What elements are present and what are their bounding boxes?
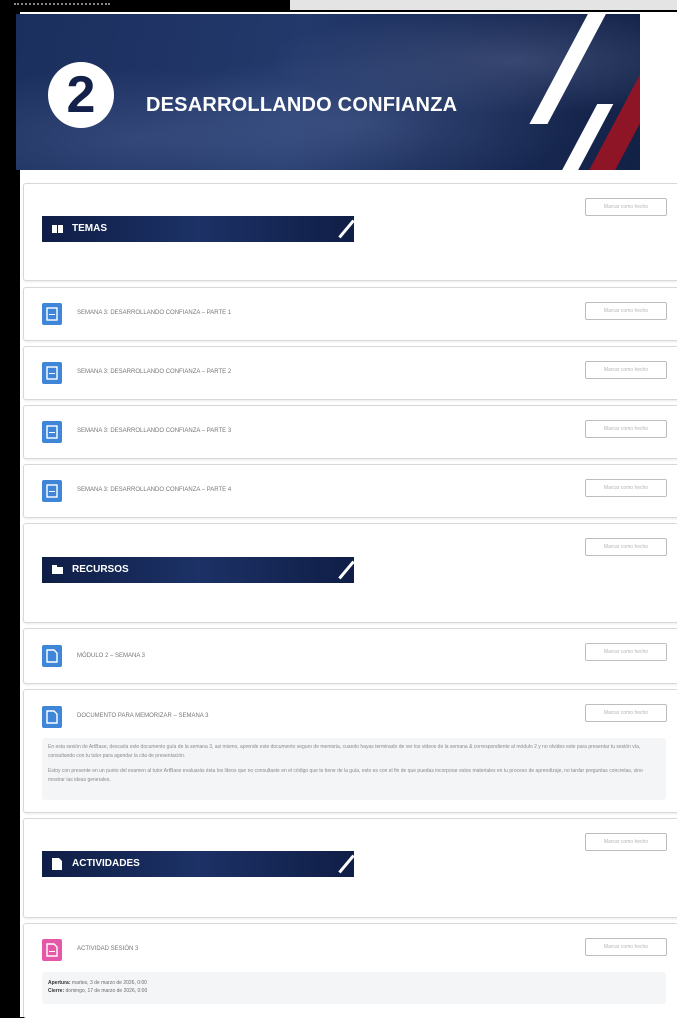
section-card-temas: Marcar como hecho TEMAS xyxy=(23,183,677,281)
opening-value: martes, 3 de marzo de 2026, 0:00 xyxy=(71,980,147,986)
section-card-recursos: Marcar como hecho RECURSOS xyxy=(23,523,677,623)
section-title: TEMAS xyxy=(72,223,107,234)
book-icon xyxy=(52,225,63,233)
mark-done-button[interactable]: Marcar como hecho xyxy=(585,420,667,438)
module-hero-banner: 2 DESARROLLANDO CONFIANZA xyxy=(16,14,640,170)
description-paragraph: En esta sesión de ArtBase, descarla este… xyxy=(48,744,641,759)
mark-done-button[interactable]: Marcar como hecho xyxy=(585,479,667,497)
top-bar xyxy=(290,0,677,10)
banner-slash xyxy=(338,219,354,239)
assignment-dates: Apertura: martes, 3 de marzo de 2026, 0:… xyxy=(42,972,666,1004)
mark-done-button[interactable]: Marcar como hecho xyxy=(585,938,667,956)
resource-row[interactable]: MÓDULO 2 – SEMANA 3 Marcar como hecho xyxy=(23,628,677,684)
activity-link[interactable]: SEMANA 3: DESARROLLANDO CONFIANZA – PART… xyxy=(77,369,231,375)
mark-done-button[interactable]: Marcar como hecho xyxy=(585,833,667,851)
folder-icon xyxy=(52,565,63,574)
module-title: DESARROLLANDO CONFIANZA xyxy=(146,94,458,116)
banner-slash xyxy=(338,854,354,874)
section-card-actividades: Marcar como hecho ACTIVIDADES xyxy=(23,818,677,918)
mark-done-button[interactable]: Marcar como hecho xyxy=(585,302,667,320)
mark-done-button[interactable]: Marcar como hecho xyxy=(585,704,667,722)
closing-label: Cierre: xyxy=(48,988,65,994)
page-icon xyxy=(42,303,62,325)
assignment-link[interactable]: ACTIVIDAD SESIÓN 3 xyxy=(77,946,138,952)
description-paragraph: Estoy con presente en un punto del exame… xyxy=(48,768,643,783)
file-icon xyxy=(42,645,62,667)
mark-done-button[interactable]: Marcar como hecho xyxy=(585,198,667,216)
activity-row[interactable]: SEMANA 3: DESARROLLANDO CONFIANZA – PART… xyxy=(23,464,677,518)
activity-link[interactable]: SEMANA 3: DESARROLLANDO CONFIANZA – PART… xyxy=(77,487,231,493)
activity-link[interactable]: SEMANA 3: DESARROLLANDO CONFIANZA – PART… xyxy=(77,428,231,434)
mark-done-button[interactable]: Marcar como hecho xyxy=(585,538,667,556)
mark-done-button[interactable]: Marcar como hecho xyxy=(585,361,667,379)
closing-value: domingo, 17 de marzo de 2026, 0:00 xyxy=(65,988,148,994)
resource-row[interactable]: DOCUMENTO PARA MEMORIZAR – SEMANA 3 Marc… xyxy=(23,689,677,813)
resource-description: En esta sesión de ArtBase, descarla este… xyxy=(42,738,666,800)
section-title: ACTIVIDADES xyxy=(72,858,140,869)
section-banner-actividades: ACTIVIDADES xyxy=(42,851,354,877)
opening-label: Apertura: xyxy=(48,980,71,986)
module-number-badge: 2 xyxy=(48,62,114,128)
activity-row[interactable]: SEMANA 3: DESARROLLANDO CONFIANZA – PART… xyxy=(23,346,677,400)
activity-link[interactable]: SEMANA 3: DESARROLLANDO CONFIANZA – PART… xyxy=(77,310,231,316)
resource-link[interactable]: MÓDULO 2 – SEMANA 3 xyxy=(77,653,145,659)
closing-date: Cierre: domingo, 17 de marzo de 2026, 0:… xyxy=(48,988,147,994)
document-edit-icon xyxy=(52,858,62,870)
left-edge xyxy=(10,300,18,1000)
file-icon xyxy=(42,706,62,728)
section-banner-temas: TEMAS xyxy=(42,216,354,242)
page-icon xyxy=(42,480,62,502)
assignment-icon xyxy=(42,939,62,961)
mark-done-button[interactable]: Marcar como hecho xyxy=(585,643,667,661)
section-banner-recursos: RECURSOS xyxy=(42,557,354,583)
section-title: RECURSOS xyxy=(72,564,129,575)
assignment-row[interactable]: ACTIVIDAD SESIÓN 3 Marcar como hecho Ape… xyxy=(23,923,677,1018)
opening-date: Apertura: martes, 3 de marzo de 2026, 0:… xyxy=(48,980,147,986)
banner-slash xyxy=(338,560,354,580)
activity-row[interactable]: SEMANA 3: DESARROLLANDO CONFIANZA – PART… xyxy=(23,287,677,341)
resource-link[interactable]: DOCUMENTO PARA MEMORIZAR – SEMANA 3 xyxy=(77,713,208,719)
page-icon xyxy=(42,421,62,443)
activity-row[interactable]: SEMANA 3: DESARROLLANDO CONFIANZA – PART… xyxy=(23,405,677,459)
page-icon xyxy=(42,362,62,384)
